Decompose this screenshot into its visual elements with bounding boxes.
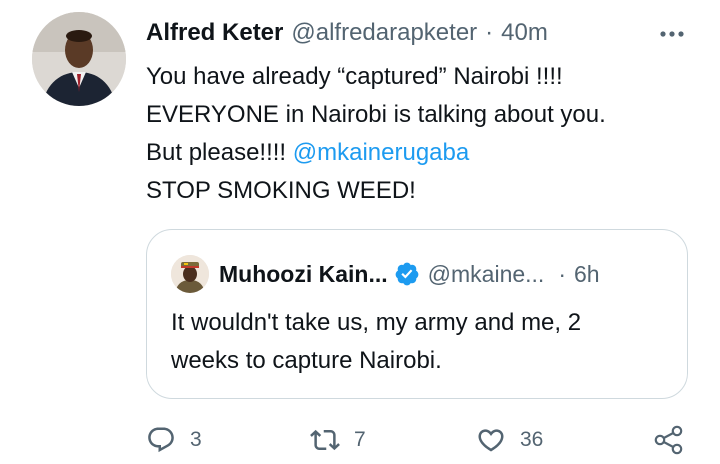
tweet-text-line: You have already “captured” Nairobi !!!! (146, 63, 563, 90)
quoted-header-separator: · (558, 260, 566, 287)
reply-button[interactable]: 3 (146, 420, 202, 460)
retweet-button[interactable]: 7 (310, 420, 366, 460)
quoted-author-avatar (171, 255, 209, 293)
more-options-button[interactable] (652, 20, 692, 48)
more-horizontal-icon (659, 30, 685, 38)
reply-count: 3 (190, 428, 202, 451)
mention-link[interactable]: @mkainerugaba (293, 139, 469, 166)
author-handle[interactable]: @alfredarapketer (291, 19, 477, 47)
tweet-actions: 3 7 36 (146, 420, 692, 460)
tweet-text-line: STOP SMOKING WEED! (146, 177, 416, 204)
quoted-tweet-timestamp[interactable]: 6h (574, 261, 600, 288)
tweet-text: You have already “captured” Nairobi !!!!… (146, 58, 696, 210)
like-count: 36 (520, 428, 544, 451)
quoted-tweet-header: Muhoozi Kain... @mkaine... · 6h (171, 254, 671, 294)
tweet-text-segment: But please!!!! (146, 139, 293, 166)
quoted-author-display-name[interactable]: Muhoozi Kain... (219, 261, 388, 288)
retweet-count: 7 (354, 428, 366, 451)
author-avatar[interactable] (32, 12, 126, 106)
share-button[interactable] (652, 420, 686, 460)
quoted-tweet[interactable]: Muhoozi Kain... @mkaine... · 6h It would… (146, 229, 688, 399)
like-button[interactable]: 36 (476, 420, 543, 460)
tweet[interactable]: Alfred Keter @alfredarapketer · 40m You … (0, 0, 720, 464)
share-icon (652, 423, 686, 457)
tweet-text-line: EVERYONE in Nairobi is talking about you… (146, 101, 606, 128)
tweet-text-line: But please!!!! @mkainerugaba (146, 134, 696, 172)
quoted-tweet-text: It wouldn't take us, my army and me, 2 w… (171, 304, 671, 380)
quoted-text-line: It wouldn't take us, my army and me, 2 (171, 309, 582, 336)
quoted-text-line: weeks to capture Nairobi. (171, 347, 442, 374)
reply-icon (146, 425, 176, 455)
author-display-name[interactable]: Alfred Keter (146, 19, 283, 47)
retweet-icon (310, 425, 340, 455)
tweet-timestamp[interactable]: 40m (501, 19, 548, 47)
header-separator: · (485, 19, 494, 46)
verified-badge-icon (394, 261, 420, 287)
quoted-author-handle[interactable]: @mkaine... (428, 261, 545, 288)
tweet-header: Alfred Keter @alfredarapketer · 40m (146, 16, 692, 50)
heart-icon (476, 425, 506, 455)
